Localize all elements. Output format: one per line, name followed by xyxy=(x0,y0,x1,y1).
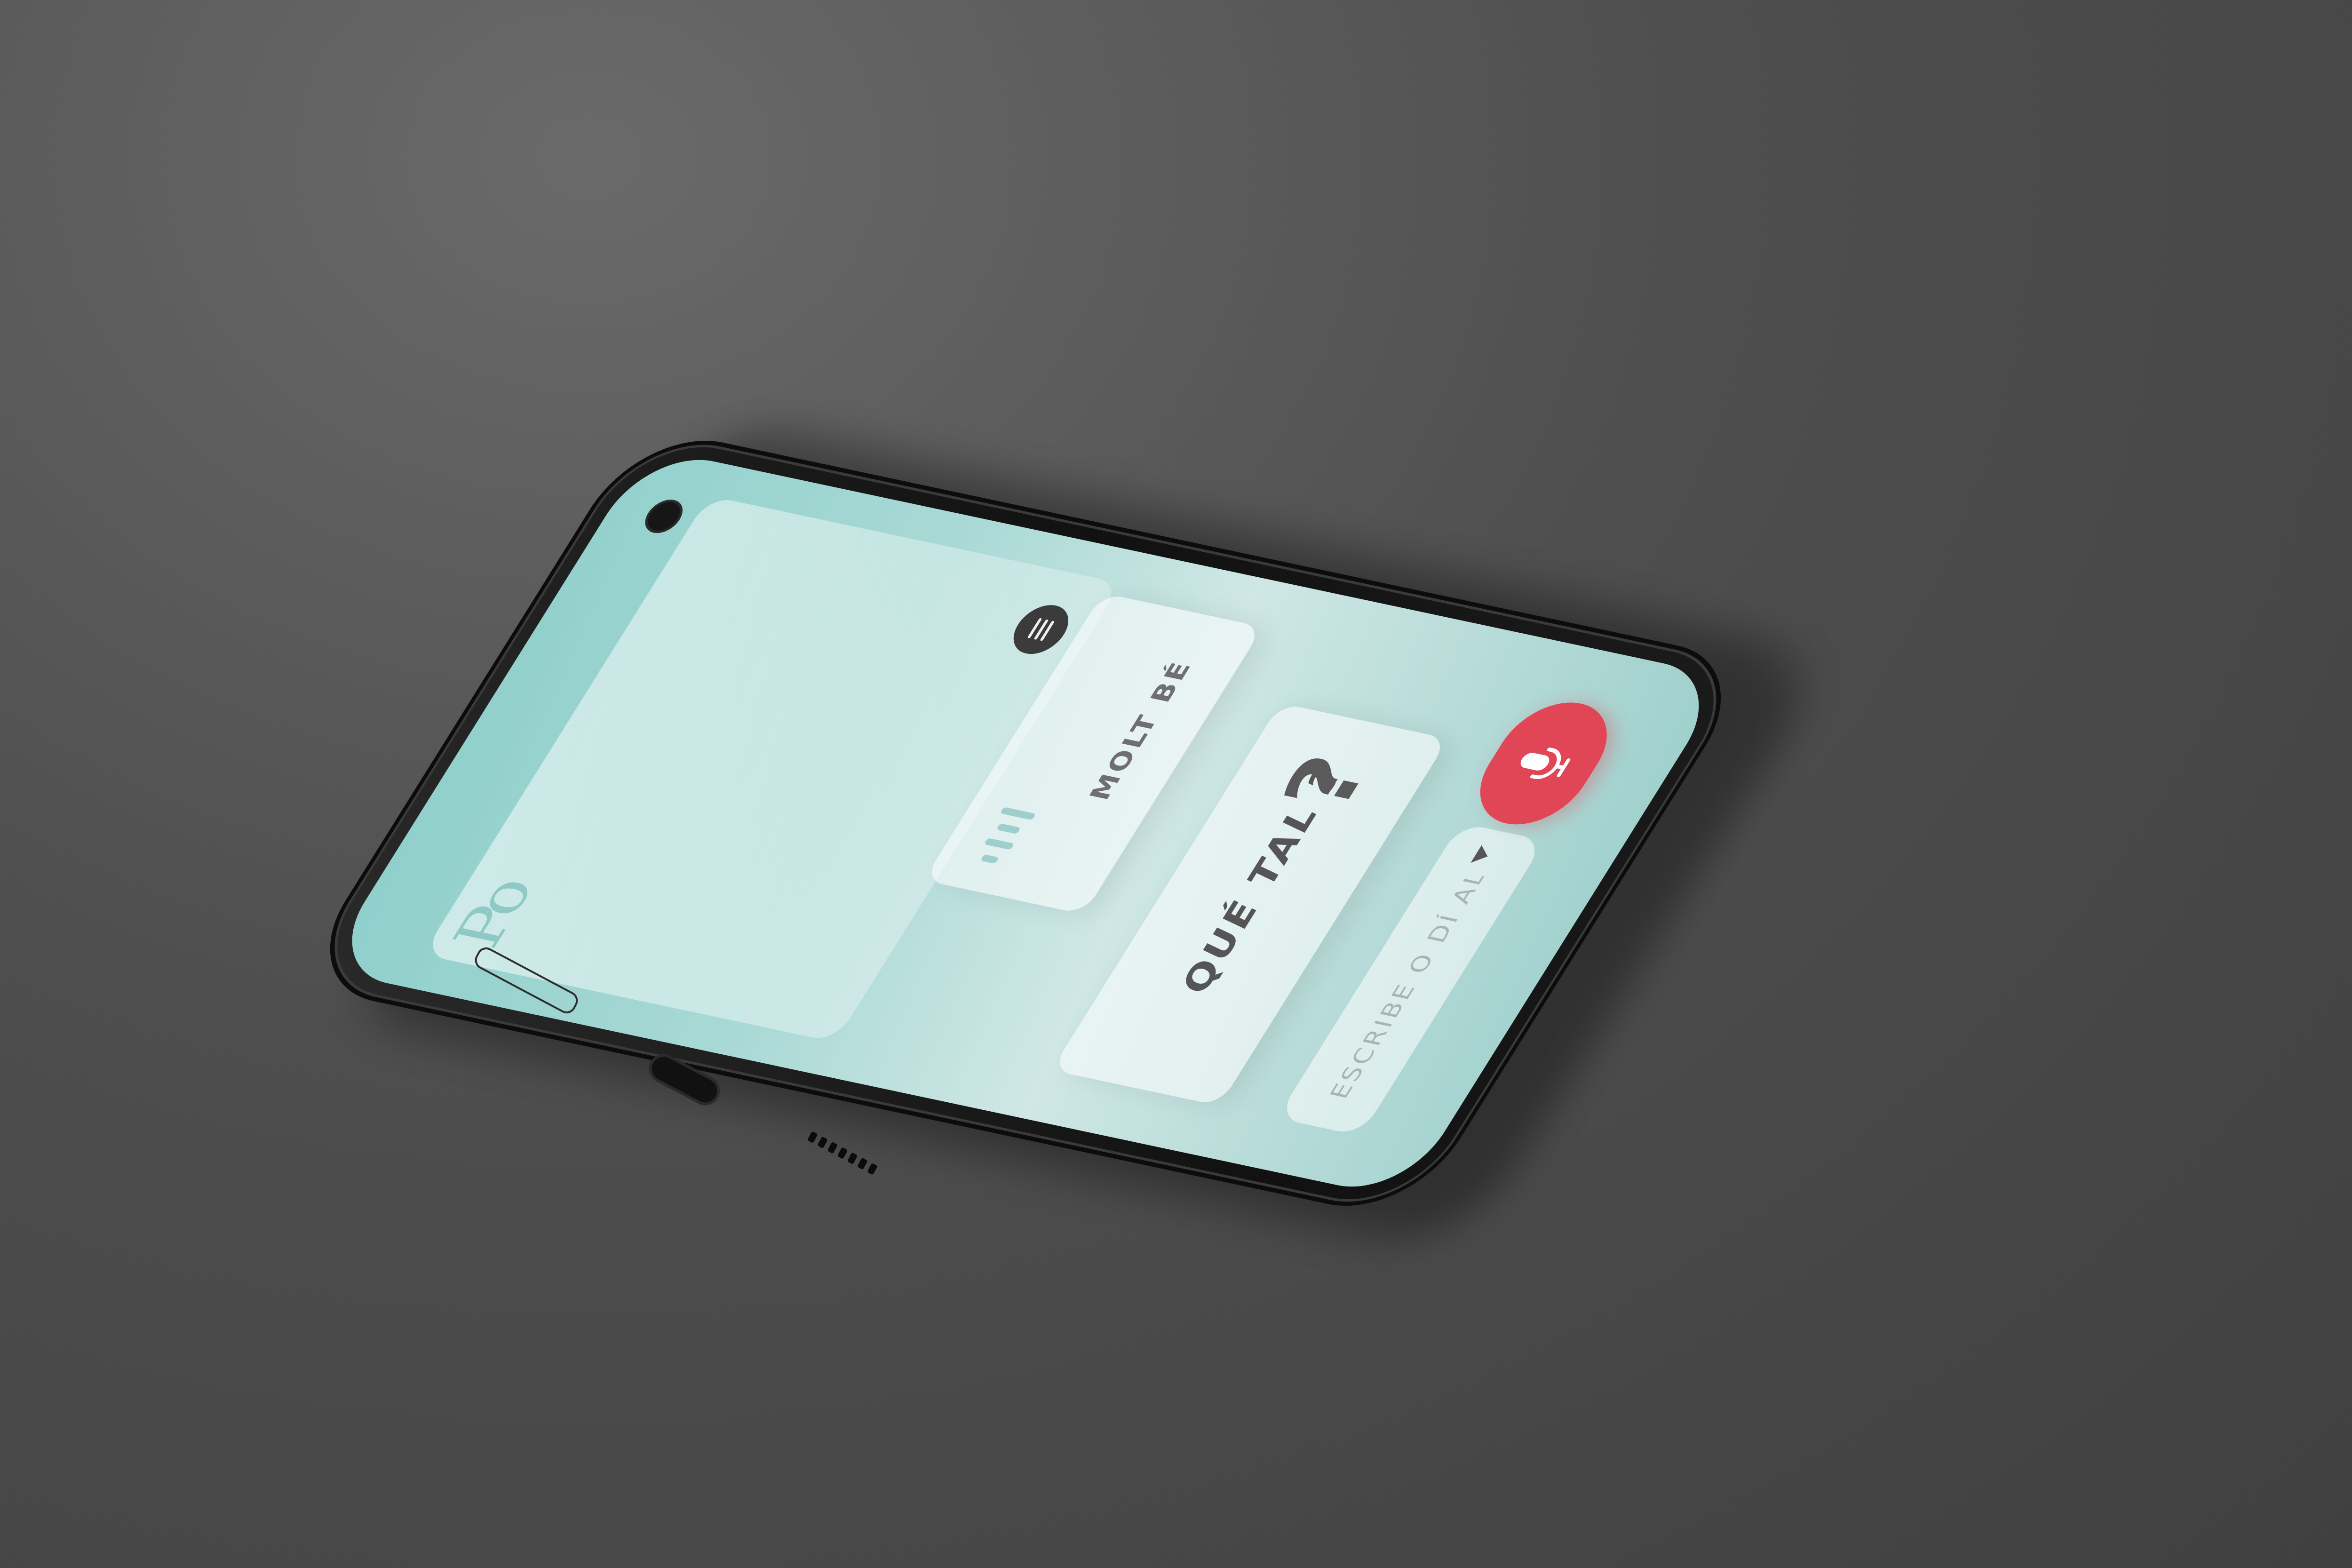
audio-wave-icon[interactable] xyxy=(971,807,1036,866)
speaker-grille xyxy=(805,1131,878,1179)
microphone-icon xyxy=(1520,748,1571,779)
scene: Ро MOLT BÉ QUÉ TAL ? ? ESCRIBE O DÍ ALGO xyxy=(0,0,2352,1568)
front-camera xyxy=(642,499,686,533)
app-logo: Ро xyxy=(439,879,544,955)
microphone-button[interactable] xyxy=(1458,693,1629,834)
menu-icon xyxy=(1027,618,1055,641)
reply-message-text: MOLT BÉ xyxy=(1083,657,1199,803)
phone-frame: Ро MOLT BÉ QUÉ TAL ? ? ESCRIBE O DÍ ALGO xyxy=(300,416,1835,1255)
dropdown-arrow-icon[interactable] xyxy=(1470,845,1494,866)
